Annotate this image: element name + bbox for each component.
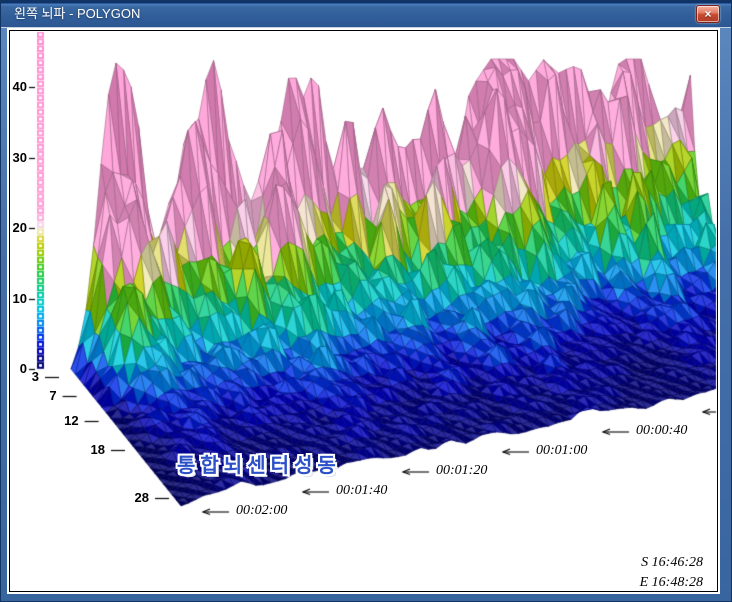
close-button[interactable]: × [696, 5, 720, 23]
time-tick-label: 00:01:00 [536, 443, 587, 459]
plot-client-area: 통합뇌센터성동 S 16:46:28 E 16:48:28 0102030403… [7, 28, 720, 594]
amplitude-tick-label: 40 [7, 79, 27, 94]
time-tick-label: 00:01:40 [336, 483, 387, 499]
time-tick-label: 00:02:00 [236, 503, 287, 519]
close-icon: × [697, 6, 719, 22]
frequency-tick-label: 12 [49, 413, 79, 428]
frequency-tick-label: 18 [75, 442, 105, 457]
amplitude-tick-label: 20 [7, 220, 27, 235]
watermark: 통합뇌센터성동 [177, 449, 341, 478]
frequency-tick-label: 7 [27, 388, 57, 403]
amplitude-tick-label: 30 [7, 150, 27, 165]
time-tick-label: 00:01:20 [436, 463, 487, 479]
frequency-tick-label: 3 [9, 369, 39, 384]
title-bar[interactable]: 왼쪽 뇌파 - POLYGON × [1, 1, 731, 28]
plot-overlay: 통합뇌센터성동 S 16:46:28 E 16:48:28 0102030403… [7, 28, 720, 594]
amplitude-tick-label: 10 [7, 291, 27, 306]
time-tick-label: 00:00:40 [636, 423, 687, 439]
window-title: 왼쪽 뇌파 - POLYGON [14, 1, 140, 27]
app-window: 왼쪽 뇌파 - POLYGON × 통합뇌센터성동 S 16:46:28 E 1… [0, 0, 732, 602]
session-start-time: S 16:46:28 [589, 555, 703, 571]
session-end-time: E 16:48:28 [589, 575, 703, 591]
frequency-tick-label: 28 [119, 490, 149, 505]
